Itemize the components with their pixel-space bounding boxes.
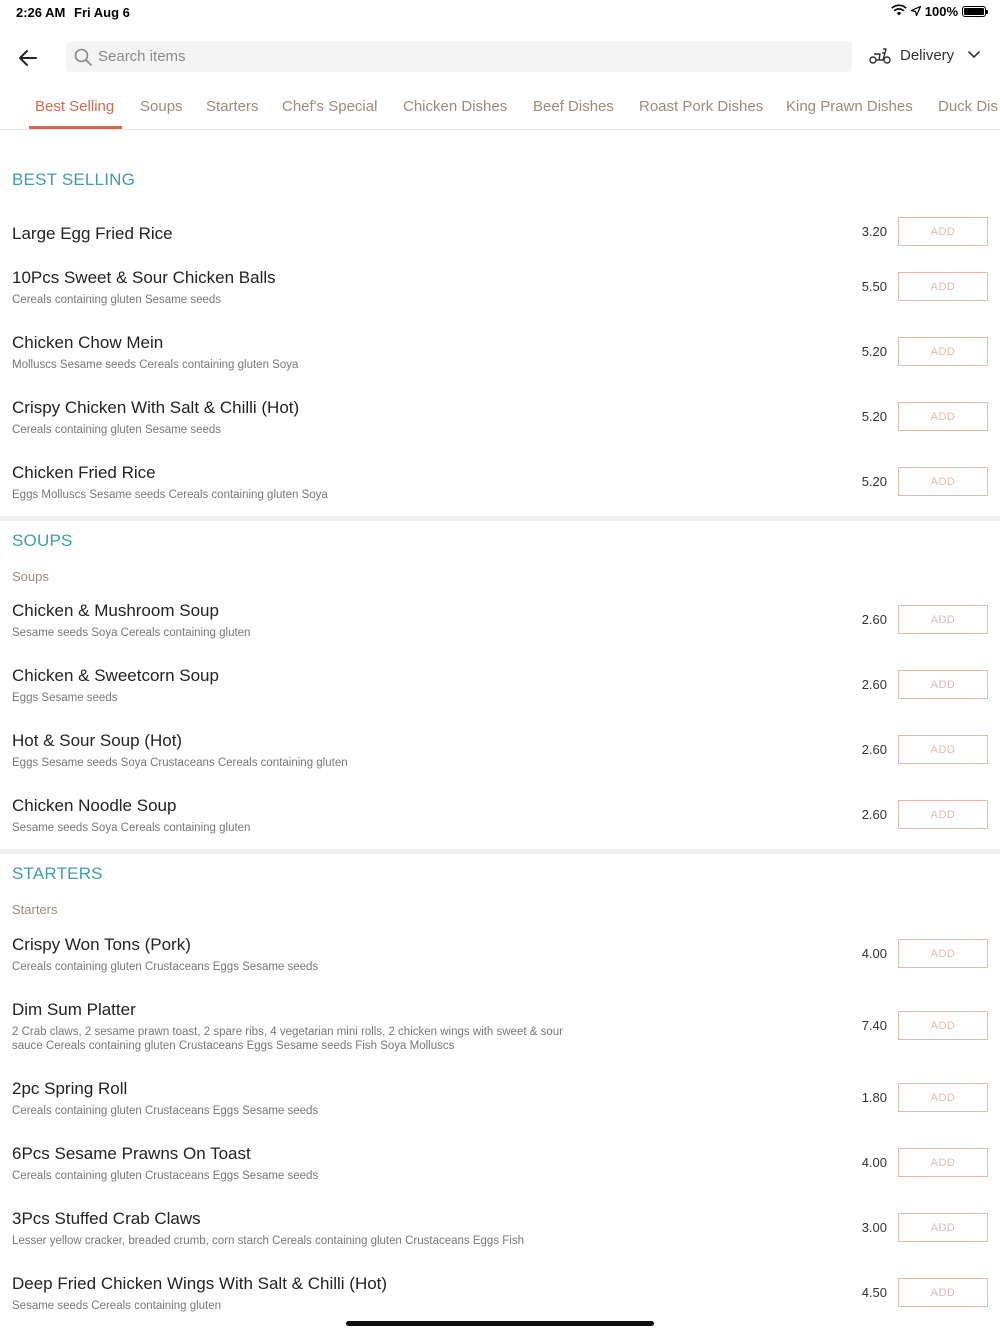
section-title-soups: SOUPS [12,531,73,550]
item-price: 2.60 [861,612,887,627]
item-name: Hot & Sour Soup (Hot) [12,731,183,750]
tab-chefs-special[interactable]: Chef's Special [282,98,377,115]
tab-starters[interactable]: Starters [206,98,259,115]
item-name: Chicken & Mushroom Soup [12,601,219,620]
add-button[interactable]: ADD [898,605,988,634]
status-date: Fri Aug 6 [74,5,130,20]
add-button[interactable]: ADD [898,735,988,764]
add-button[interactable]: ADD [898,272,988,301]
add-button[interactable]: ADD [898,1278,988,1307]
item-allergens: Eggs Molluscs Sesame seeds Cereals conta… [12,489,328,501]
section-title-best-selling: BEST SELLING [12,170,136,189]
item-price: 2.60 [861,742,887,757]
add-button[interactable]: ADD [898,402,988,431]
item-allergens: 2 Crab claws, 2 sesame prawn toast, 2 sp… [12,1026,563,1052]
status-bar: 2:26 AM Fri Aug 6 100% [0,0,1000,26]
item-allergens: Cereals containing gluten Sesame seeds [12,294,222,306]
item-price: 2.60 [861,807,887,822]
status-time: 2:26 AM [16,5,66,20]
item-name: Dim Sum Platter [12,1000,136,1019]
item-name: Deep Fried Chicken Wings With Salt & Chi… [12,1274,388,1293]
item-price: 4.00 [861,1155,887,1170]
active-tab-indicator [29,126,122,129]
item-allergens: Eggs Sesame seeds [12,692,118,704]
add-button[interactable]: ADD [898,337,988,366]
item-allergens: Sesame seeds Soya Cereals containing glu… [12,627,251,639]
item-allergens: Eggs Sesame seeds Soya Crustaceans Cerea… [12,757,348,769]
chevron-down-icon [968,51,980,59]
section-divider [0,849,1000,854]
item-allergens: Cereals containing gluten Sesame seeds [12,424,222,436]
location-arrow-icon [909,4,922,19]
battery-percent: 100% [924,4,958,19]
category-tabs: Best Selling Soups Starters Chef's Speci… [0,86,1000,130]
tab-roast-pork-dishes[interactable]: Roast Pork Dishes [639,98,763,115]
add-button[interactable]: ADD [898,1011,988,1040]
search-input[interactable] [98,48,798,65]
add-button[interactable]: ADD [898,467,988,496]
search-icon [74,48,92,66]
add-button[interactable]: ADD [898,1083,988,1112]
item-name: Chicken & Sweetcorn Soup [12,666,219,685]
tab-soups[interactable]: Soups [140,98,183,115]
search-bar[interactable] [66,41,852,72]
item-allergens: Cereals containing gluten Crustaceans Eg… [12,1170,319,1182]
item-price: 2.60 [861,677,887,692]
add-button[interactable]: ADD [898,1213,988,1242]
item-price: 5.20 [861,474,887,489]
item-name: Chicken Fried Rice [12,463,156,482]
item-name: Chicken Noodle Soup [12,796,177,815]
item-name: Chicken Chow Mein [12,333,164,352]
item-price: 3.00 [861,1220,887,1235]
back-arrow-icon [19,50,37,66]
item-name: Crispy Won Tons (Pork) [12,935,191,954]
tab-king-prawn-dishes[interactable]: King Prawn Dishes [786,98,913,115]
tab-best-selling[interactable]: Best Selling [35,98,114,115]
tab-chicken-dishes[interactable]: Chicken Dishes [403,98,507,115]
item-allergens: Cereals containing gluten Crustaceans Eg… [12,1105,319,1117]
tab-duck-dishes[interactable]: Duck Dis [938,98,998,115]
item-price: 7.40 [861,1018,887,1033]
add-button[interactable]: ADD [898,670,988,699]
item-price: 5.50 [861,279,887,294]
add-button[interactable]: ADD [898,939,988,968]
add-button[interactable]: ADD [898,1148,988,1177]
item-name: 2pc Spring Roll [12,1079,128,1098]
item-allergens: Sesame seeds Soya Cereals containing glu… [12,822,251,834]
section-divider [0,516,1000,521]
add-button[interactable]: ADD [898,800,988,829]
item-price: 3.20 [861,224,887,239]
item-allergens: Sesame seeds Cereals containing gluten [12,1300,222,1312]
home-indicator[interactable] [346,1321,654,1326]
item-allergens: Molluscs Sesame seeds Cereals containing… [12,359,299,371]
delivery-selector[interactable]: Delivery [868,46,980,64]
status-indicators: 100% [891,4,988,19]
item-allergens: Lesser yellow cracker, breaded crumb, co… [12,1235,524,1247]
section-subtitle-starters: Starters [12,902,58,917]
item-name: 3Pcs Stuffed Crab Claws [12,1209,201,1228]
item-name: Large Egg Fried Rice [12,224,173,243]
scooter-icon [869,48,891,64]
delivery-label: Delivery [900,46,955,64]
wifi-icon [891,4,907,19]
tab-beef-dishes[interactable]: Beef Dishes [533,98,614,115]
item-allergens: Cereals containing gluten Crustaceans Eg… [12,961,319,973]
item-price: 1.80 [861,1090,887,1105]
item-price: 4.50 [861,1285,887,1300]
section-title-starters: STARTERS [12,864,103,883]
item-price: 4.00 [861,946,887,961]
add-button[interactable]: ADD [898,217,988,246]
item-name: Crispy Chicken With Salt & Chilli (Hot) [12,398,300,417]
back-button[interactable] [14,44,42,72]
item-name: 10Pcs Sweet & Sour Chicken Balls [12,268,276,287]
item-name: 6Pcs Sesame Prawns On Toast [12,1144,251,1163]
item-price: 5.20 [861,344,887,359]
item-price: 5.20 [861,409,887,424]
battery-icon [962,6,988,17]
header: Delivery [0,40,1000,74]
section-subtitle-soups: Soups [12,569,49,584]
